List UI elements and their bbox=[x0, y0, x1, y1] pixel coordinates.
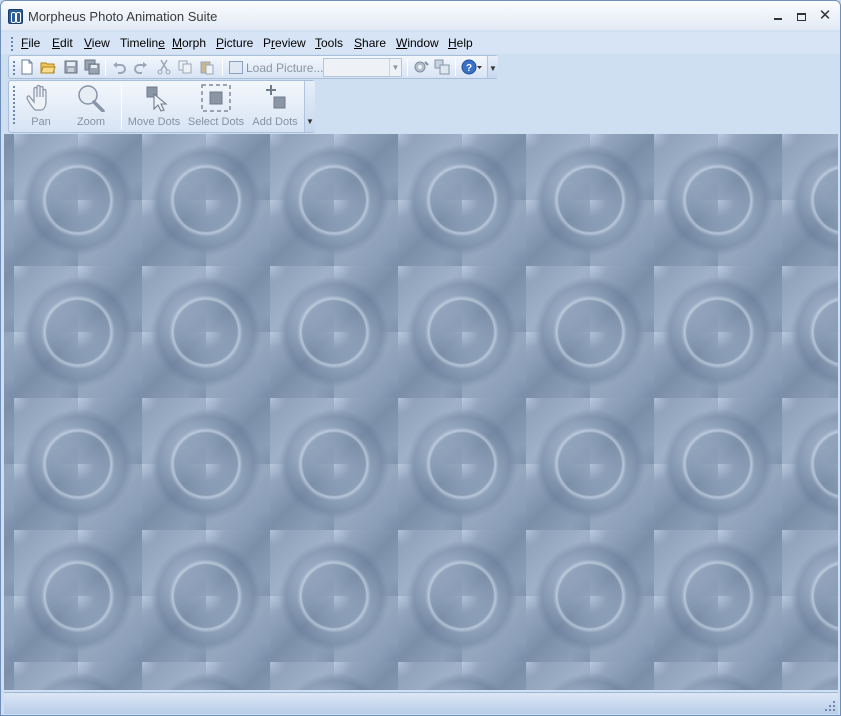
load-picture-label: Load Picture... bbox=[246, 60, 324, 75]
toolbar-separator bbox=[105, 59, 106, 76]
toolbar-separator bbox=[455, 59, 456, 76]
maximize-button[interactable] bbox=[790, 7, 812, 25]
save-icon[interactable] bbox=[63, 59, 79, 75]
close-button[interactable]: ✕ bbox=[814, 7, 836, 25]
cursor-icon bbox=[146, 86, 168, 112]
menu-share[interactable]: Share bbox=[354, 36, 386, 50]
copy-icon[interactable] bbox=[177, 59, 193, 75]
menu-timeline[interactable]: Timeline bbox=[120, 36, 165, 50]
zoom-label: Zoom bbox=[76, 116, 106, 128]
add-dots-button[interactable]: Add Dots bbox=[245, 84, 305, 130]
title-bar[interactable]: Morpheus Photo Animation Suite ✕ bbox=[1, 1, 840, 31]
picture-icon bbox=[229, 61, 243, 74]
paste-icon[interactable] bbox=[199, 59, 215, 75]
window-title: Morpheus Photo Animation Suite bbox=[28, 9, 218, 24]
load-picture-button[interactable]: Load Picture... bbox=[229, 59, 323, 76]
close-icon: ✕ bbox=[818, 7, 832, 24]
toolbar-grip[interactable] bbox=[13, 61, 15, 77]
minimize-icon bbox=[774, 17, 782, 20]
toolbar-separator bbox=[222, 59, 223, 76]
help-icon[interactable]: ? bbox=[461, 59, 483, 75]
menu-file[interactable]: File bbox=[21, 36, 40, 50]
magnifier-icon bbox=[78, 85, 105, 112]
menu-grip[interactable] bbox=[11, 37, 13, 53]
redo-icon[interactable] bbox=[133, 59, 149, 75]
app-icon[interactable] bbox=[8, 9, 23, 24]
menu-preview[interactable]: Preview bbox=[263, 36, 306, 50]
open-folder-icon[interactable] bbox=[40, 59, 56, 75]
chevron-down-icon[interactable]: ▼ bbox=[389, 59, 401, 76]
svg-text:?: ? bbox=[466, 63, 472, 74]
add-dot-icon bbox=[266, 85, 286, 109]
compare-icon[interactable] bbox=[434, 59, 450, 75]
workspace-area[interactable] bbox=[4, 134, 838, 690]
resize-grip-icon[interactable] bbox=[824, 700, 835, 711]
toolbar-overflow-button[interactable]: ▼ bbox=[487, 56, 498, 78]
move-dots-label: Move Dots bbox=[127, 116, 181, 128]
hand-icon bbox=[26, 84, 47, 111]
morph-toolbar: Pan Zoom Move Dots Select Dots Add Dots … bbox=[8, 80, 315, 133]
maximize-icon bbox=[796, 12, 806, 21]
menu-edit[interactable]: Edit bbox=[52, 36, 73, 50]
select-dots-button[interactable]: Select Dots bbox=[185, 84, 247, 130]
menu-bar: File Edit View Timeline Morph Picture Pr… bbox=[1, 32, 840, 54]
standard-toolbar: Load Picture... ▼ ? ▼ bbox=[8, 55, 498, 79]
toolbar-overflow-button[interactable]: ▼ bbox=[304, 81, 315, 132]
menu-help[interactable]: Help bbox=[448, 36, 473, 50]
add-dots-label: Add Dots bbox=[252, 116, 298, 128]
menu-window[interactable]: Window bbox=[396, 36, 439, 50]
new-document-icon[interactable] bbox=[19, 59, 35, 75]
menu-view[interactable]: View bbox=[84, 36, 110, 50]
app-window: Morpheus Photo Animation Suite ✕ File Ed… bbox=[0, 0, 841, 716]
save-all-icon[interactable] bbox=[84, 59, 100, 75]
toolbar-separator bbox=[121, 85, 122, 129]
settings-icon[interactable] bbox=[413, 59, 429, 75]
selection-icon bbox=[201, 84, 231, 112]
menu-tools[interactable]: Tools bbox=[315, 36, 343, 50]
zoom-button[interactable]: Zoom bbox=[61, 84, 121, 130]
cut-icon[interactable] bbox=[156, 59, 172, 75]
status-bar bbox=[4, 692, 838, 714]
select-dots-label: Select Dots bbox=[187, 116, 245, 128]
minimize-button[interactable] bbox=[767, 7, 789, 25]
menu-morph[interactable]: Morph bbox=[172, 36, 206, 50]
picture-combo[interactable]: ▼ bbox=[323, 58, 402, 77]
toolbar-separator bbox=[407, 59, 408, 76]
menu-picture[interactable]: Picture bbox=[216, 36, 253, 50]
undo-icon[interactable] bbox=[111, 59, 127, 75]
move-dots-button[interactable]: Move Dots bbox=[123, 84, 185, 130]
